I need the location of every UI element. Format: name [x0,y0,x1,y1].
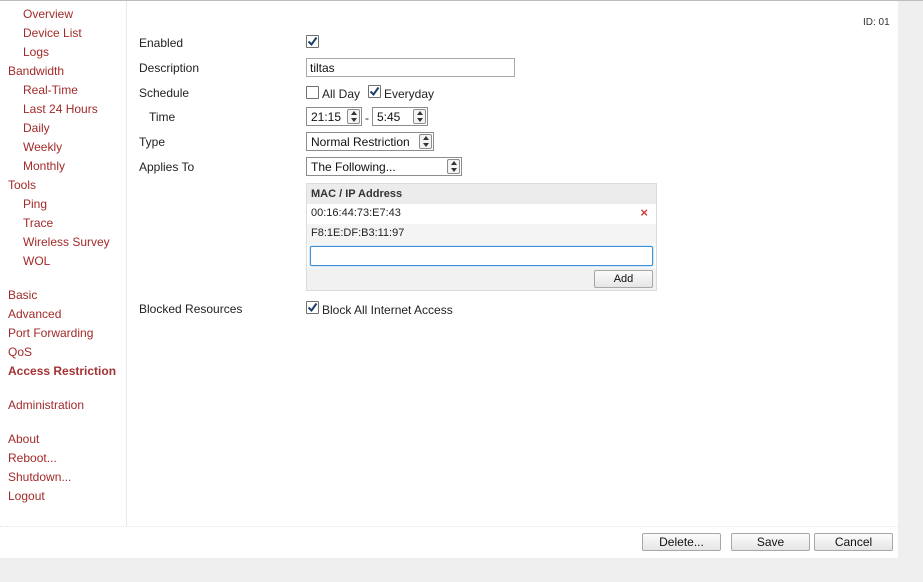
checkmark-icon [307,302,318,313]
spin-arrows-icon [447,159,460,174]
enabled-label: Enabled [139,36,184,50]
sidebar-item-real-time[interactable]: Real-Time [23,83,78,98]
sidebar-item-tools[interactable]: Tools [8,178,36,193]
schedule-label: Schedule [139,86,190,100]
blocked-resources-label: Blocked Resources [139,302,243,316]
sidebar-item-weekly[interactable]: Weekly [23,140,62,155]
sidebar-item-wol[interactable]: WOL [23,254,50,269]
everyday-checkbox[interactable] [368,85,381,98]
type-value: Normal Restriction [311,134,410,149]
sidebar-item-about[interactable]: About [8,432,39,447]
all-day-checkbox[interactable] [306,86,319,99]
sidebar-item-device-list[interactable]: Device List [23,26,82,41]
sidebar-item-bandwidth[interactable]: Bandwidth [8,64,64,79]
applies-to-value: The Following... [311,159,396,174]
sidebar-item-port-forwarding[interactable]: Port Forwarding [8,326,93,341]
spin-arrows-icon [347,109,360,124]
table-row[interactable]: F8:1E:DF:B3:11:97 [307,224,656,244]
rule-id-label: ID: 01 [863,17,890,28]
time-separator: - [365,111,369,125]
mac-address-table: MAC / IP Address 00:16:44:73:E7:43 × F8:… [306,183,657,291]
sidebar-item-ping[interactable]: Ping [23,197,47,212]
sidebar-item-last-24-hours[interactable]: Last 24 Hours [23,102,98,117]
spin-arrows-icon [413,109,426,124]
applies-to-select[interactable]: The Following... [306,157,462,176]
enabled-checkbox[interactable] [306,35,319,48]
sidebar-item-basic[interactable]: Basic [8,288,37,303]
sidebar-item-daily[interactable]: Daily [23,121,50,136]
sidebar-item-logs[interactable]: Logs [23,45,49,60]
sidebar-item-monthly[interactable]: Monthly [23,159,65,174]
footer-divider [0,526,898,527]
sidebar-item-advanced[interactable]: Advanced [8,307,61,322]
mac-table-footer: Add [307,268,656,290]
save-button[interactable]: Save [731,533,810,551]
type-select[interactable]: Normal Restriction [306,132,434,151]
time-start-value: 21:15 [311,109,342,124]
add-mac-button[interactable]: Add [594,270,653,288]
mac-table-header: MAC / IP Address [307,184,656,204]
description-input[interactable] [306,58,515,77]
type-label: Type [139,135,166,149]
time-end-value: 5:45 [377,109,401,124]
sidebar-item-reboot[interactable]: Reboot... [8,451,57,466]
applies-to-label: Applies To [139,160,195,174]
sidebar-item-access-restriction[interactable]: Access Restriction [8,364,116,379]
description-label: Description [139,61,200,75]
mac-address-value: 00:16:44:73:E7:43 [311,207,401,219]
block-all-checkbox[interactable] [306,301,319,314]
block-all-label: Block All Internet Access [322,303,453,317]
main-frame: Overview Device List Logs Bandwidth Real… [0,1,898,558]
delete-row-icon[interactable]: × [640,205,648,220]
sidebar-item-wireless-survey[interactable]: Wireless Survey [23,235,110,250]
time-end-select[interactable]: 5:45 [372,107,428,126]
checkmark-icon [369,86,380,97]
cancel-button[interactable]: Cancel [814,533,893,551]
checkmark-icon [307,36,318,47]
mac-address-value: F8:1E:DF:B3:11:97 [311,227,405,239]
time-start-select[interactable]: 21:15 [306,107,362,126]
sidebar-item-administration[interactable]: Administration [8,398,84,413]
spin-arrows-icon [419,134,432,149]
delete-button[interactable]: Delete... [642,533,721,551]
mac-address-input[interactable] [310,246,653,266]
sidebar-item-shutdown[interactable]: Shutdown... [8,470,71,485]
sidebar-item-qos[interactable]: QoS [8,345,32,360]
all-day-label: All Day [322,87,361,101]
sidebar-nav: Overview Device List Logs Bandwidth Real… [0,1,127,526]
table-row[interactable]: 00:16:44:73:E7:43 × [307,204,656,224]
time-label: Time [149,110,176,124]
sidebar-item-trace[interactable]: Trace [23,216,53,231]
sidebar-item-overview[interactable]: Overview [23,7,73,22]
everyday-label: Everyday [384,87,435,101]
sidebar-item-logout[interactable]: Logout [8,489,45,504]
